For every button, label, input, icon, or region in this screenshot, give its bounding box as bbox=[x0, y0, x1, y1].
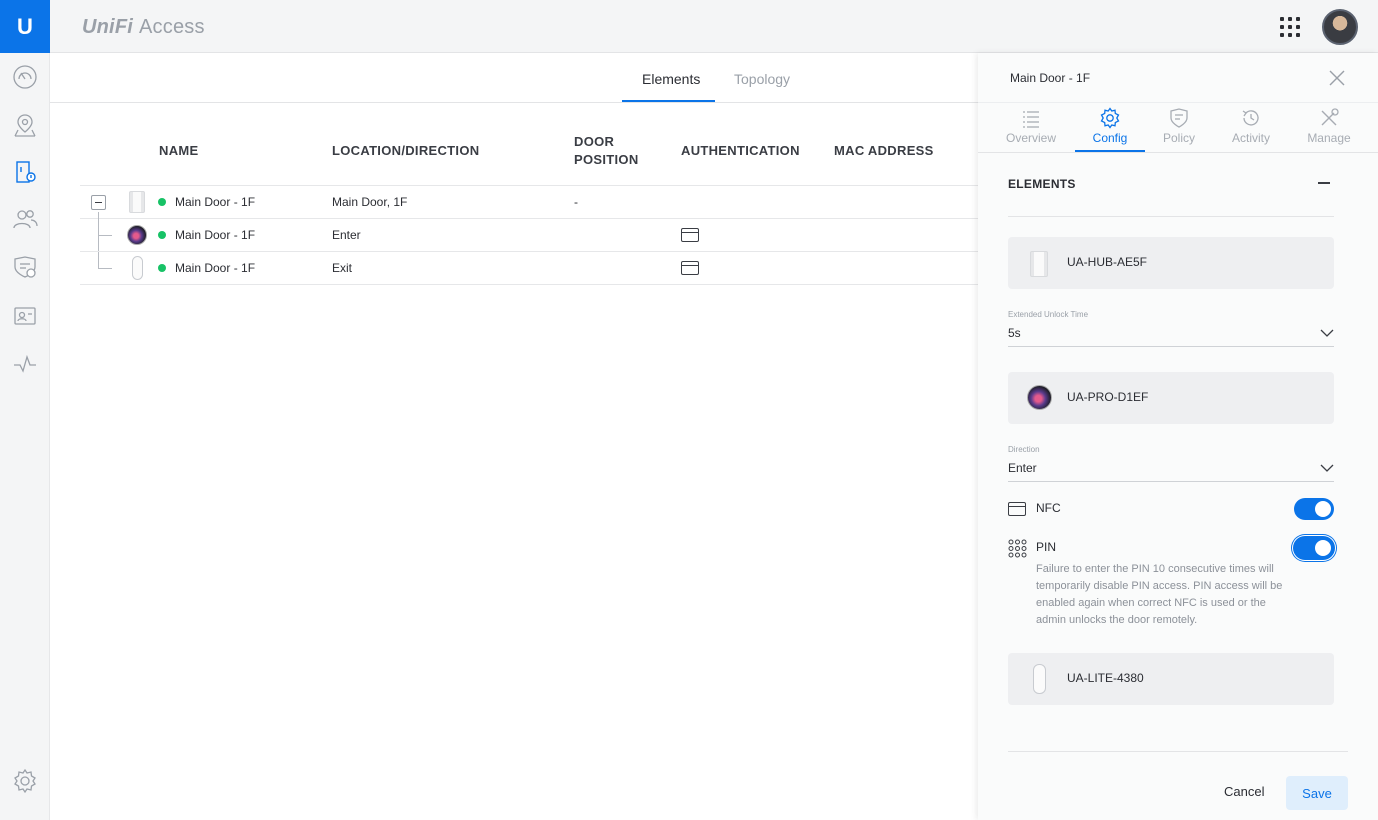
nfc-card-icon bbox=[1008, 502, 1026, 516]
nfc-card-icon bbox=[681, 261, 699, 275]
pro-device-card[interactable]: UA-PRO-D1EF bbox=[1008, 372, 1334, 424]
panel-title: Main Door - 1F bbox=[1010, 71, 1091, 85]
pin-help-text: Failure to enter the PIN 10 consecutive … bbox=[1036, 563, 1283, 626]
row-door-position: - bbox=[574, 195, 578, 209]
nfc-label: NFC bbox=[1036, 501, 1061, 515]
extended-unlock-time-select[interactable]: 5s bbox=[1008, 326, 1021, 340]
door-detail-panel: Main Door - 1F Overview Config Policy Ac… bbox=[978, 53, 1378, 820]
tools-icon bbox=[1321, 108, 1339, 126]
hub-device-icon bbox=[1030, 251, 1048, 277]
brand-unifi: UniFi bbox=[82, 16, 133, 38]
active-tab-indicator bbox=[622, 100, 715, 102]
status-online-dot bbox=[158, 231, 166, 239]
pin-toggle[interactable] bbox=[1294, 537, 1334, 559]
tab-config[interactable]: Config bbox=[1073, 107, 1147, 145]
history-icon bbox=[1242, 110, 1259, 126]
row-location: Exit bbox=[332, 261, 353, 275]
elements-section-title: ELEMENTS bbox=[1008, 177, 1076, 191]
row-name: Main Door - 1F bbox=[175, 228, 256, 242]
panel-header: Main Door - 1F bbox=[978, 53, 1378, 103]
row-name: Main Door - 1F bbox=[175, 195, 256, 209]
door-position-line1: DOOR bbox=[574, 134, 615, 149]
tab-topology[interactable]: Topology bbox=[734, 71, 790, 87]
tab-activity-label: Activity bbox=[1231, 131, 1270, 145]
top-bar: UniFi Access bbox=[50, 0, 1378, 53]
direction-select[interactable]: Enter bbox=[1008, 461, 1037, 475]
row-location: Main Door, 1F bbox=[332, 195, 408, 209]
save-button[interactable]: Save bbox=[1286, 776, 1348, 810]
tab-elements[interactable]: Elements bbox=[642, 71, 700, 87]
table-row[interactable]: Main Door - 1F Exit bbox=[80, 252, 978, 285]
app-brand: UniFi Access bbox=[82, 16, 205, 39]
tab-manage[interactable]: Manage bbox=[1292, 107, 1366, 145]
status-online-dot bbox=[158, 264, 166, 272]
keypad-icon bbox=[1008, 539, 1028, 559]
tab-overview[interactable]: Overview bbox=[994, 107, 1068, 145]
view-tabs: Elements Topology bbox=[50, 53, 978, 103]
hub-device-name: UA-HUB-AE5F bbox=[1067, 255, 1148, 269]
status-online-dot bbox=[158, 198, 166, 206]
lite-device-card[interactable]: UA-LITE-4380 bbox=[1008, 653, 1334, 705]
map-icon[interactable] bbox=[11, 111, 39, 139]
extended-unlock-time-label: Extended Unlock Time bbox=[1008, 310, 1089, 319]
dashboard-icon[interactable] bbox=[11, 63, 39, 91]
list-icon bbox=[1023, 111, 1039, 128]
hub-device-icon bbox=[129, 191, 145, 213]
column-header-door-position[interactable]: DOOR POSITION bbox=[574, 133, 639, 169]
tab-overview-label: Overview bbox=[1005, 131, 1056, 145]
lite-reader-device-icon bbox=[132, 256, 143, 280]
table-row[interactable]: Main Door - 1F Main Door, 1F - bbox=[80, 186, 978, 219]
gear-icon[interactable] bbox=[11, 767, 39, 795]
row-location: Enter bbox=[332, 228, 361, 242]
tab-config-label: Config bbox=[1092, 131, 1128, 145]
column-header-location[interactable]: LOCATION/DIRECTION bbox=[332, 142, 479, 160]
chevron-down-icon[interactable] bbox=[1320, 461, 1334, 475]
collapse-section-icon[interactable] bbox=[1318, 182, 1330, 184]
ubiquiti-logo[interactable]: U bbox=[0, 0, 50, 53]
nfc-card-icon bbox=[681, 228, 699, 242]
column-header-mac[interactable]: MAC ADDRESS bbox=[834, 142, 934, 160]
field-underline bbox=[1008, 346, 1334, 347]
tab-activity[interactable]: Activity bbox=[1214, 107, 1288, 145]
footer-divider bbox=[1008, 751, 1348, 752]
gear-icon bbox=[1100, 107, 1120, 129]
nfc-toggle[interactable] bbox=[1294, 498, 1334, 520]
row-name: Main Door - 1F bbox=[175, 261, 256, 275]
pro-reader-device-icon bbox=[1027, 385, 1052, 410]
brand-product: Access bbox=[139, 16, 205, 38]
visitors-icon[interactable] bbox=[11, 302, 39, 330]
sidebar: U bbox=[0, 0, 50, 820]
pin-label: PIN bbox=[1036, 540, 1057, 554]
close-icon[interactable] bbox=[1328, 69, 1346, 87]
activity-icon[interactable] bbox=[11, 350, 39, 378]
main-content: Elements Topology NAME LOCATION/DIRECTIO… bbox=[50, 53, 978, 820]
tab-policy[interactable]: Policy bbox=[1142, 107, 1216, 145]
table-row[interactable]: Main Door - 1F Enter bbox=[80, 219, 978, 252]
lite-reader-device-icon bbox=[1033, 664, 1046, 694]
field-underline bbox=[1008, 481, 1334, 482]
panel-tabs: Overview Config Policy Activity Manage bbox=[978, 103, 1378, 153]
pro-device-name: UA-PRO-D1EF bbox=[1067, 390, 1149, 404]
lite-device-name: UA-LITE-4380 bbox=[1067, 671, 1144, 685]
pro-reader-device-icon bbox=[127, 225, 147, 245]
hub-device-card[interactable]: UA-HUB-AE5F bbox=[1008, 237, 1334, 289]
policies-icon[interactable] bbox=[11, 253, 39, 281]
users-icon[interactable] bbox=[11, 205, 39, 233]
cancel-button[interactable]: Cancel bbox=[1224, 784, 1264, 799]
column-header-authentication[interactable]: AUTHENTICATION bbox=[681, 142, 800, 160]
door-position-line2: POSITION bbox=[574, 152, 639, 167]
active-panel-tab-indicator bbox=[1075, 150, 1145, 152]
avatar[interactable] bbox=[1322, 9, 1358, 45]
logo-letter: U bbox=[17, 13, 33, 39]
tab-manage-label: Manage bbox=[1307, 131, 1351, 145]
section-divider bbox=[1008, 216, 1334, 217]
direction-label: Direction bbox=[1008, 445, 1040, 454]
app-grid-icon[interactable] bbox=[1280, 17, 1300, 37]
chevron-down-icon[interactable] bbox=[1320, 326, 1334, 340]
tab-policy-label: Policy bbox=[1162, 131, 1195, 145]
policy-icon bbox=[1170, 108, 1188, 128]
column-header-name[interactable]: NAME bbox=[159, 142, 198, 160]
doors-icon[interactable] bbox=[11, 158, 39, 186]
collapse-toggle[interactable] bbox=[91, 195, 106, 210]
